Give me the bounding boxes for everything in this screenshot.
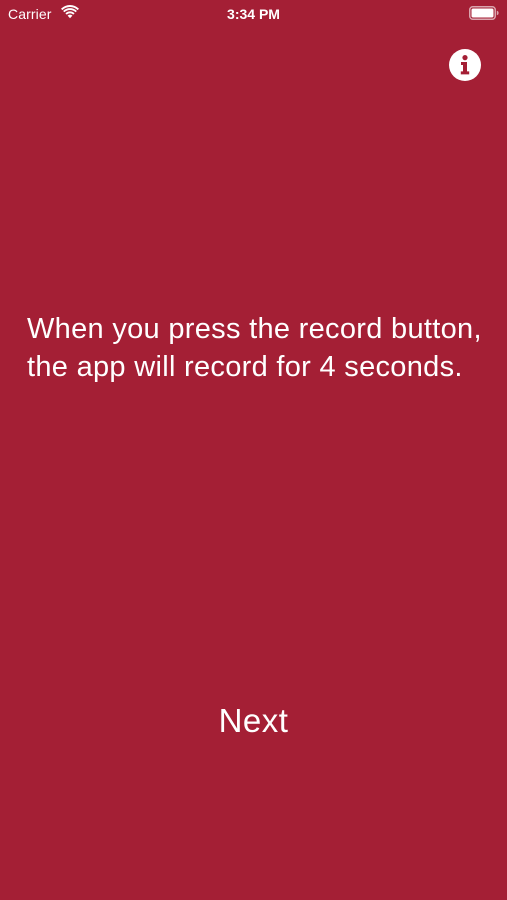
- status-time: 3:34 PM: [227, 6, 280, 22]
- onboarding-screen: Carrier 3:34 PM When you press the recor…: [0, 0, 507, 900]
- instruction-text: When you press the record button, the ap…: [27, 313, 482, 383]
- next-button[interactable]: Next: [0, 699, 507, 743]
- status-bar: Carrier 3:34 PM: [0, 0, 507, 28]
- battery-icon: [469, 6, 499, 20]
- info-icon[interactable]: [449, 49, 481, 81]
